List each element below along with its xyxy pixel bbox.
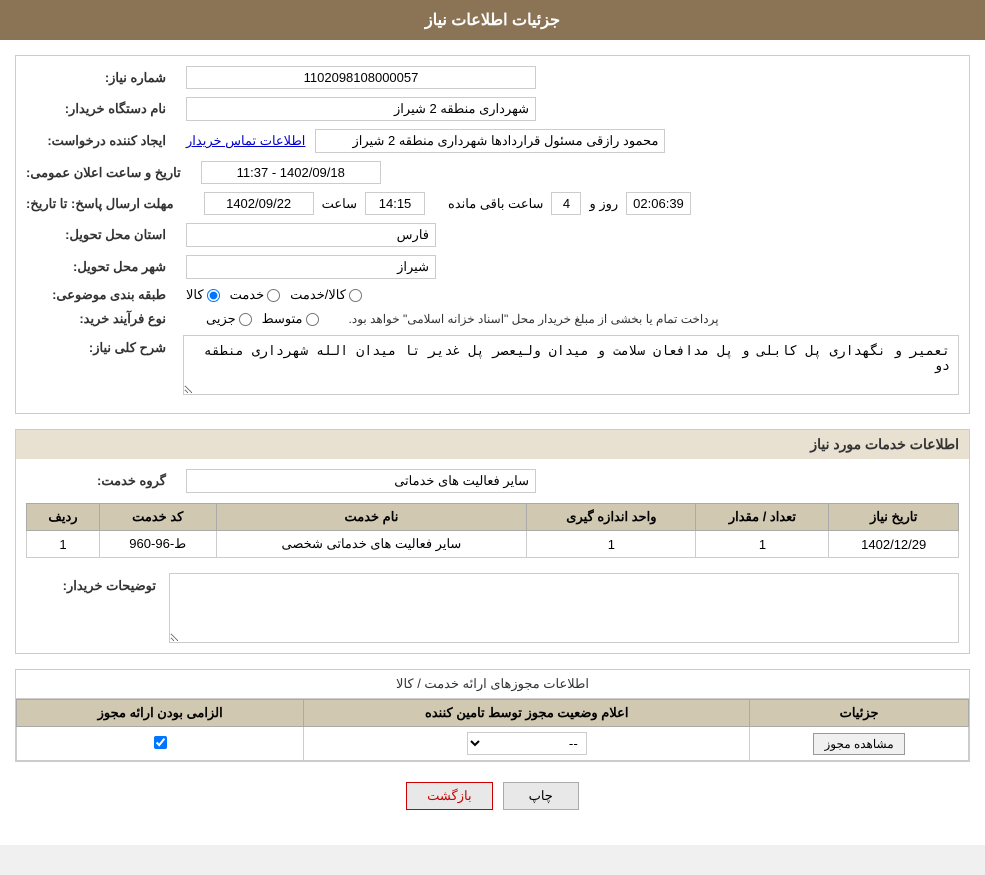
category-label: طبقه بندی موضوعی: [26, 287, 166, 303]
table-row: 1402/12/29 1 1 سایر فعالیت های خدماتی شخ… [27, 531, 959, 558]
buyer-notes-textarea[interactable] [169, 573, 959, 643]
license-mandatory-cell [17, 727, 304, 761]
page-header: جزئیات اطلاعات نیاز [0, 0, 985, 40]
delivery-city-value: شیراز [186, 255, 436, 279]
service-table: تاریخ نیاز تعداد / مقدار واحد اندازه گیر… [26, 503, 959, 558]
cell-unit: 1 [527, 531, 696, 558]
order-number-value: 1102098108000057 [186, 66, 536, 89]
back-button[interactable]: بازگشت [406, 782, 492, 810]
service-info-section: اطلاعات خدمات مورد نیاز سایر فعالیت های … [15, 429, 970, 654]
cell-row: 1 [27, 531, 100, 558]
license-details-cell: مشاهده مجوز [750, 727, 969, 761]
license-table-row: مشاهده مجوز -- [17, 727, 969, 761]
purchase-note: پرداخت تمام یا بخشی از مبلغ خریدار محل "… [349, 312, 719, 326]
col-unit: واحد اندازه گیری [527, 504, 696, 531]
countdown-days: 4 [551, 192, 581, 215]
announce-date-value: 1402/09/18 - 11:37 [201, 161, 381, 184]
buyer-org-label: نام دستگاه خریدار: [26, 101, 166, 117]
license-section-header: اطلاعات مجوزهای ارائه خدمت / کالا [16, 670, 969, 699]
purchase-medium-label: متوسط [262, 311, 303, 327]
response-date: 1402/09/22 [204, 192, 314, 215]
order-number-label: شماره نیاز: [26, 70, 166, 86]
service-group-value: سایر فعالیت های خدماتی [186, 469, 536, 493]
countdown-hours: 02:06:39 [626, 192, 691, 215]
service-info-header: اطلاعات خدمات مورد نیاز [16, 430, 969, 459]
delivery-city-row: شیراز شهر محل تحویل: [26, 255, 959, 279]
col-name: نام خدمت [216, 504, 527, 531]
license-section: اطلاعات مجوزهای ارائه خدمت / کالا جزئیات… [15, 669, 970, 762]
requester-label: ایجاد کننده درخواست: [26, 133, 166, 149]
purchase-type-row: پرداخت تمام یا بخشی از مبلغ خریدار محل "… [26, 311, 959, 327]
delivery-province-row: فارس استان محل تحویل: [26, 223, 959, 247]
cell-code: ط-96-960 [99, 531, 216, 558]
requester-row: محمود رازقی مسئول قراردادها شهرداری منطق… [26, 129, 959, 153]
category-goods-label: کالا [186, 287, 204, 303]
delivery-city-label: شهر محل تحویل: [26, 259, 166, 275]
category-service-label: خدمت [230, 287, 265, 303]
col-license-details: جزئیات [750, 700, 969, 727]
purchase-medium-radio[interactable] [306, 313, 319, 326]
buyer-notes-label: توضیحات خریدار: [26, 573, 156, 594]
license-table: جزئیات اعلام وضعیت مجوز توسط تامین کننده… [16, 699, 969, 761]
service-group-label: گروه خدمت: [26, 473, 166, 489]
contact-info-link[interactable]: اطلاعات تماس خریدار [186, 133, 305, 149]
general-desc-row: شرح کلی نیاز: [26, 335, 959, 395]
announce-date-label: تاریخ و ساعت اعلان عمومی: [26, 165, 181, 181]
response-deadline-label: مهلت ارسال پاسخ: تا تاریخ: [26, 196, 174, 212]
col-date: تاریخ نیاز [829, 504, 959, 531]
print-button[interactable]: چاپ [503, 782, 579, 810]
purchase-partial-label: جزیی [206, 311, 236, 327]
order-number-row: 1102098108000057 شماره نیاز: [26, 66, 959, 89]
purchase-partial-radio[interactable] [239, 313, 252, 326]
time-colon: ساعت [322, 196, 357, 212]
announce-date-row: 1402/09/18 - 11:37 تاریخ و ساعت اعلان عم… [26, 161, 959, 184]
category-goods-radio[interactable] [207, 289, 220, 302]
requester-value: محمود رازقی مسئول قراردادها شهرداری منطق… [315, 129, 665, 153]
cell-date: 1402/12/29 [829, 531, 959, 558]
hours-label: ساعت باقی مانده [448, 196, 543, 212]
category-goods-service-item: کالا/خدمت [290, 287, 362, 303]
col-row: ردیف [27, 504, 100, 531]
response-deadline-row: 02:06:39 روز و 4 ساعت باقی مانده 14:15 س… [26, 192, 959, 215]
buyer-notes-row: توضیحات خریدار: [26, 573, 959, 643]
general-desc-textarea[interactable] [183, 335, 959, 395]
purchase-medium-item: متوسط [262, 311, 319, 327]
category-goods-service-radio[interactable] [349, 289, 362, 302]
license-status-select[interactable]: -- [467, 732, 587, 755]
bottom-buttons: چاپ بازگشت [15, 782, 970, 810]
category-goods-service-label: کالا/خدمت [290, 287, 346, 303]
days-label: روز و [589, 196, 618, 212]
license-status-cell: -- [304, 727, 750, 761]
delivery-province-label: استان محل تحویل: [26, 227, 166, 243]
col-license-mandatory: الزامی بودن ارائه مجوز [17, 700, 304, 727]
general-desc-label: شرح کلی نیاز: [26, 335, 166, 356]
main-info-section: 1102098108000057 شماره نیاز: شهرداری منط… [15, 55, 970, 414]
view-license-button[interactable]: مشاهده مجوز [813, 733, 904, 755]
col-license-status: اعلام وضعیت مجوز توسط تامین کننده [304, 700, 750, 727]
service-group-row: سایر فعالیت های خدماتی گروه خدمت: [26, 469, 959, 493]
response-time: 14:15 [365, 192, 425, 215]
purchase-partial-item: جزیی [206, 311, 252, 327]
category-row: کالا/خدمت خدمت کالا طبقه بندی موضوعی: [26, 287, 959, 303]
col-code: کد خدمت [99, 504, 216, 531]
purchase-type-label: نوع فرآیند خرید: [26, 311, 166, 327]
buyer-org-value: شهرداری منطقه 2 شیراز [186, 97, 536, 121]
col-quantity: تعداد / مقدار [696, 504, 829, 531]
license-mandatory-checkbox[interactable] [154, 736, 167, 749]
page-title: جزئیات اطلاعات نیاز [425, 12, 560, 29]
buyer-org-row: شهرداری منطقه 2 شیراز نام دستگاه خریدار: [26, 97, 959, 121]
category-service-item: خدمت [230, 287, 281, 303]
cell-name: سایر فعالیت های خدماتی شخصی [216, 531, 527, 558]
category-goods-item: کالا [186, 287, 220, 303]
cell-quantity: 1 [696, 531, 829, 558]
category-service-radio[interactable] [267, 289, 280, 302]
delivery-province-value: فارس [186, 223, 436, 247]
